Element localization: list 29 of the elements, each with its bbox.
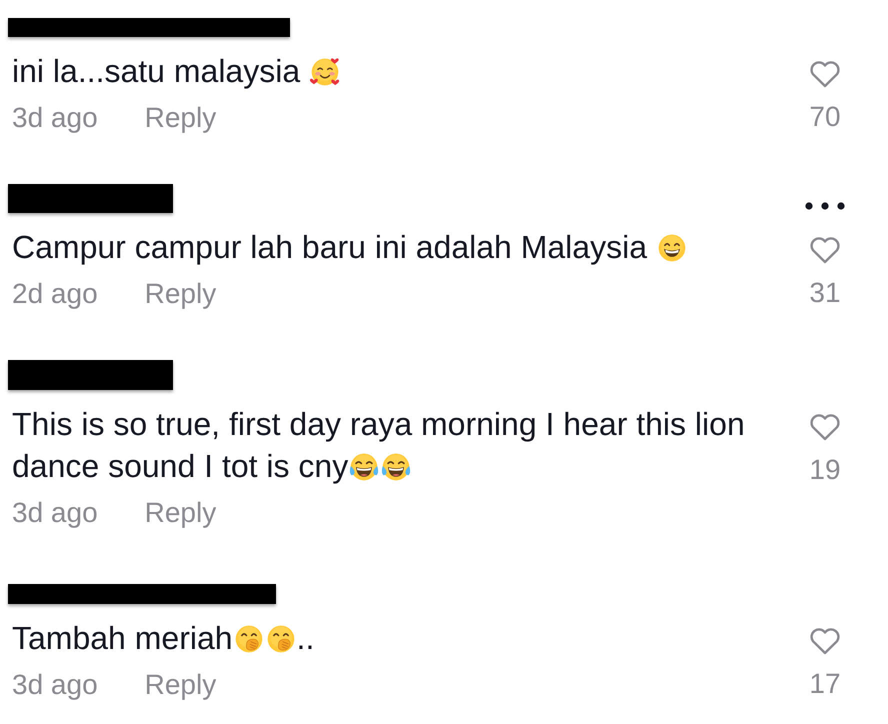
heart-icon[interactable] (808, 412, 842, 442)
face-with-hand-over-mouth-icon (232, 623, 265, 655)
comment-time: 3d ago (12, 496, 98, 530)
like-count: 70 (809, 101, 841, 133)
smiling-face-with-hearts-icon (309, 56, 342, 88)
like-count: 31 (809, 277, 841, 309)
reply-button[interactable]: Reply (144, 495, 216, 531)
like-count: 17 (809, 668, 841, 700)
heart-icon[interactable] (808, 235, 842, 265)
heart-icon[interactable] (808, 626, 842, 656)
heart-icon[interactable] (808, 59, 842, 89)
comment-text: This is so true, first day raya morning I hear this lion (12, 406, 745, 442)
comment-text: ini la...satu malaysia (12, 53, 302, 89)
comment-time: 2d ago (12, 277, 98, 311)
laughing-face-with-tears-icon (380, 451, 412, 483)
reply-button[interactable]: Reply (144, 667, 216, 703)
comment-text: dance sound I tot is cny (12, 448, 348, 484)
grinning-face-icon (656, 232, 688, 264)
comment-time: 3d ago (12, 668, 98, 702)
like-count: 19 (809, 454, 841, 486)
reply-button[interactable]: Reply (144, 276, 216, 312)
reply-button[interactable]: Reply (144, 100, 216, 136)
comment-text: .. (296, 620, 314, 656)
more-options-icon[interactable] (805, 202, 845, 210)
comment-text: Tambah meriah (12, 620, 233, 656)
comment-text: Campur campur lah baru ini adalah Malaysia (12, 229, 648, 265)
laughing-face-with-tears-icon (348, 451, 380, 483)
comment-time: 3d ago (12, 101, 98, 135)
face-with-hand-over-mouth-icon (264, 623, 297, 655)
